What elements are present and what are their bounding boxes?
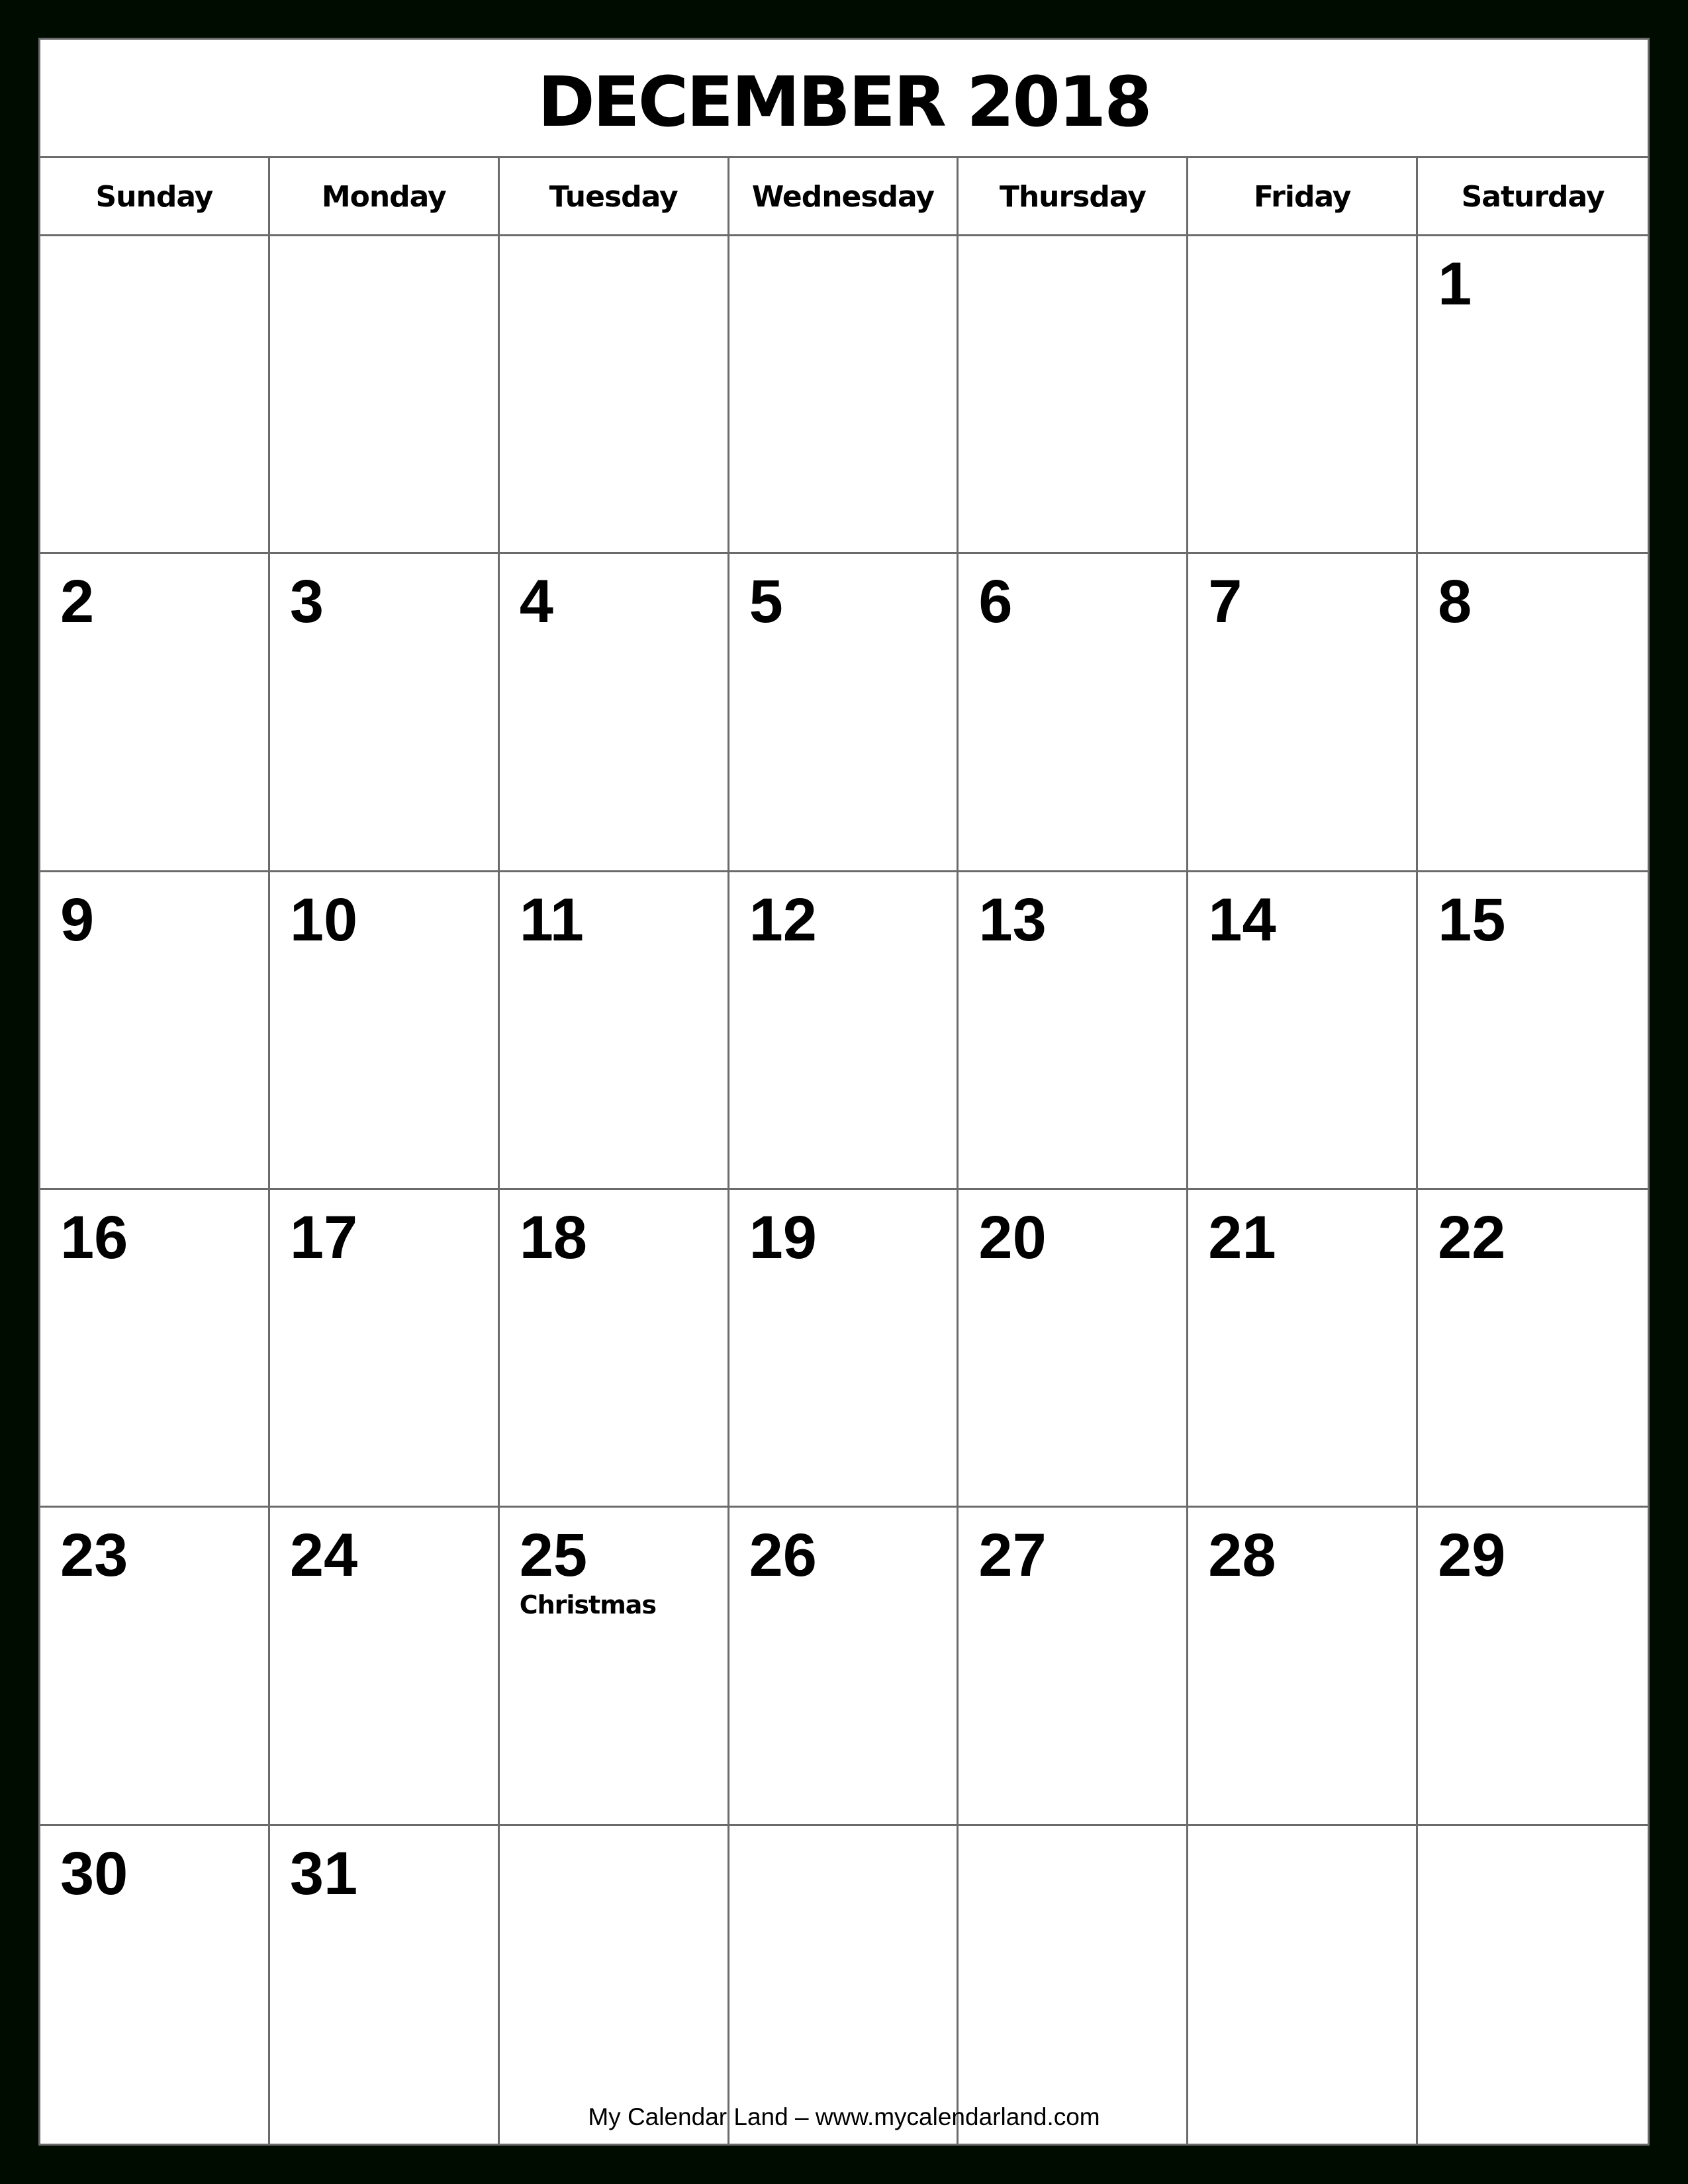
day-cell-1: 1: [1418, 236, 1648, 555]
day-number: 18: [519, 1204, 588, 1271]
calendar-title: DECEMBER 2018: [538, 62, 1152, 142]
day-cell-2: 2: [40, 554, 270, 872]
day-cell-24: 24: [269, 1508, 500, 1826]
day-number: 11: [519, 886, 584, 954]
weekday-header-row: Sunday Monday Tuesday Wednesday Thursday…: [40, 158, 1648, 236]
day-number: 24: [289, 1522, 358, 1590]
title-row: DECEMBER 2018: [40, 40, 1648, 158]
day-number: 7: [1208, 568, 1243, 636]
day-cell-11: 11: [499, 872, 729, 1190]
weekday-friday: Friday: [1188, 158, 1419, 234]
day-cell-15: 15: [1418, 872, 1648, 1190]
day-cell-4: 4: [499, 554, 729, 872]
day-cell-12: 12: [729, 872, 959, 1190]
day-cell-29: 29: [1418, 1508, 1648, 1826]
day-cell-16: 16: [40, 1190, 270, 1508]
empty-day-cell: [1188, 1825, 1419, 2144]
day-cell-8: 8: [1418, 554, 1648, 872]
day-number: 29: [1438, 1522, 1506, 1590]
day-number: 12: [749, 886, 817, 954]
day-number: 1: [1438, 250, 1472, 318]
day-cell-22: 22: [1418, 1190, 1648, 1508]
empty-day-cell: [269, 236, 500, 555]
empty-day-cell: [729, 236, 959, 555]
day-cell-18: 18: [499, 1190, 729, 1508]
empty-day-cell: [500, 1825, 729, 2144]
day-number: 14: [1208, 886, 1276, 954]
day-number: 6: [978, 568, 1013, 636]
day-number: 26: [749, 1522, 817, 1590]
day-cell-31: 31: [270, 1825, 500, 2144]
empty-day-cell: [499, 236, 729, 555]
day-number: 9: [60, 886, 95, 954]
day-number: 28: [1208, 1522, 1276, 1590]
day-cell-19: 19: [729, 1190, 959, 1508]
empty-day-cell: [40, 236, 270, 555]
day-number: 13: [978, 886, 1047, 954]
weekday-thursday: Thursday: [959, 158, 1189, 234]
day-cell-14: 14: [1188, 872, 1419, 1190]
day-number: 30: [60, 1839, 128, 1907]
day-cell-13: 13: [959, 872, 1189, 1190]
day-number: 31: [289, 1839, 358, 1907]
empty-day-cell: [1188, 236, 1419, 555]
day-number: 4: [519, 568, 553, 636]
day-number: 15: [1438, 886, 1506, 954]
day-number: 2: [60, 568, 95, 636]
holiday-label: Christmas: [519, 1590, 657, 1620]
weekday-monday: Monday: [270, 158, 500, 234]
day-cell-27: 27: [959, 1508, 1189, 1826]
empty-day-cell: [1418, 1826, 1648, 2144]
weekday-tuesday: Tuesday: [500, 158, 729, 234]
empty-day-cell: [959, 236, 1189, 555]
day-number: 16: [60, 1204, 128, 1271]
day-number: 27: [978, 1522, 1047, 1590]
day-cell-26: 26: [729, 1508, 959, 1826]
empty-day-cell: [959, 1825, 1189, 2144]
day-number: 22: [1438, 1204, 1506, 1271]
day-number: 3: [289, 568, 324, 636]
day-cell-3: 3: [269, 554, 500, 872]
day-grid: 1 2 3 4 5 6 7 8 9 10 11 12 13 14 15 16 17 18 19 20 21 22 23 24 2…: [40, 236, 1648, 2144]
day-cell-30: 30: [40, 1825, 270, 2144]
day-number: 5: [749, 568, 783, 636]
day-number: 19: [749, 1204, 817, 1271]
day-number: 10: [289, 886, 358, 954]
day-number: 17: [289, 1204, 358, 1271]
day-cell-20: 20: [959, 1190, 1189, 1508]
day-cell-9: 9: [40, 872, 270, 1190]
day-cell-10: 10: [269, 872, 500, 1190]
day-number: 8: [1438, 568, 1472, 636]
footer-text: My Calendar Land – www.mycalendarland.co…: [588, 2103, 1100, 2130]
day-cell-6: 6: [959, 554, 1189, 872]
weekday-sunday: Sunday: [40, 158, 270, 234]
day-cell-28: 28: [1188, 1508, 1419, 1826]
day-cell-17: 17: [269, 1190, 500, 1508]
weekday-wednesday: Wednesday: [729, 158, 959, 234]
day-cell-23: 23: [40, 1508, 270, 1826]
calendar-page: DECEMBER 2018 Sunday Monday Tuesday Wedn…: [38, 38, 1650, 2146]
weekday-saturday: Saturday: [1461, 180, 1605, 214]
day-cell-21: 21: [1188, 1190, 1419, 1508]
day-number: 25: [519, 1522, 588, 1590]
day-cell-25: 25 Christmas: [499, 1508, 729, 1826]
day-number: 21: [1208, 1204, 1276, 1271]
day-number: 20: [978, 1204, 1047, 1271]
day-cell-5: 5: [729, 554, 959, 872]
day-number: 23: [60, 1522, 128, 1590]
footer-credit: My Calendar Land – www.mycalendarland.co…: [40, 2105, 1648, 2129]
empty-day-cell: [729, 1825, 959, 2144]
day-cell-7: 7: [1188, 554, 1419, 872]
